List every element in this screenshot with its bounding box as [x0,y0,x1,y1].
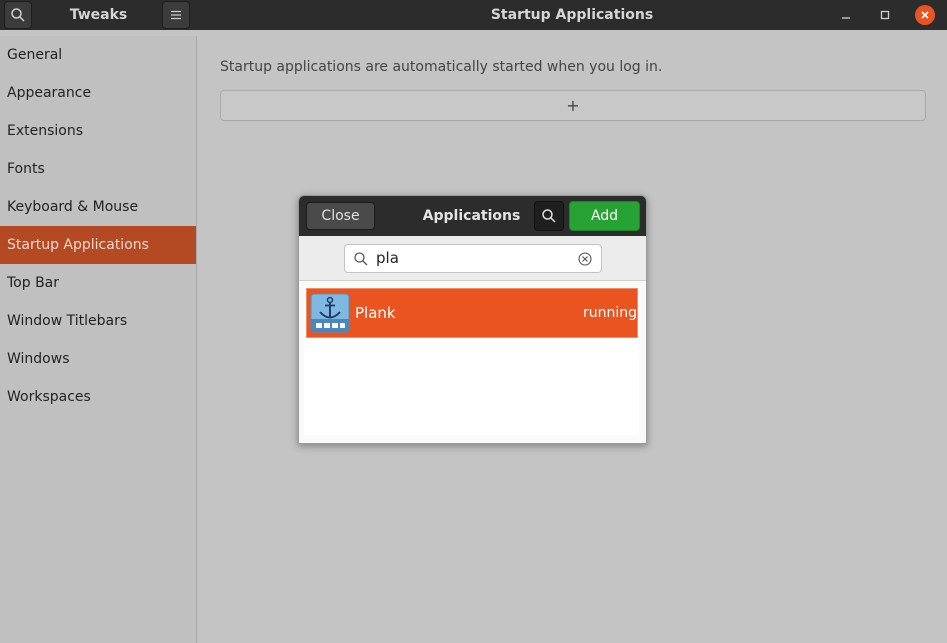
dialog-close-button[interactable]: Close [306,202,375,230]
minimize-button[interactable] [836,5,856,25]
search-input[interactable]: pla [344,244,602,273]
dialog-title: Applications [422,208,521,224]
titlebar: Tweaks Startup Applications [0,0,947,30]
sidebar-item-appearance[interactable]: Appearance [0,74,196,112]
sidebar-item-workspaces[interactable]: Workspaces [0,378,196,416]
window-close-button[interactable] [915,5,935,25]
app-name: Plank [355,304,396,322]
plus-icon: + [566,96,580,115]
maximize-button[interactable] [875,5,895,25]
search-icon [542,209,556,223]
clear-search-icon[interactable] [577,251,593,267]
list-item[interactable]: Plank running [306,288,638,338]
sidebar-item-fonts[interactable]: Fonts [0,150,196,188]
sidebar: General Appearance Extensions Fonts Keyb… [0,36,197,643]
plank-anchor-icon [310,293,350,333]
startup-description: Startup applications are automatically s… [220,59,663,75]
add-startup-app-button[interactable]: + [220,90,926,121]
sidebar-item-general[interactable]: General [0,36,196,74]
menu-button[interactable] [162,1,190,29]
sidebar-item-windows[interactable]: Windows [0,340,196,378]
hamburger-menu-icon [171,10,181,20]
search-bar: pla [299,236,646,281]
page-title: Startup Applications [490,7,654,23]
dialog-add-button[interactable]: Add [569,201,640,231]
app-status: running [582,305,637,321]
applications-list: Plank running [304,287,639,435]
dialog-header: Close Applications Add [299,196,646,236]
dialog-search-toggle[interactable] [534,201,564,231]
search-input-value: pla [376,249,399,267]
sidebar-item-startup-applications[interactable]: Startup Applications [0,226,196,264]
minimize-icon [842,17,850,19]
sidebar-item-keyboard-mouse[interactable]: Keyboard & Mouse [0,188,196,226]
sidebar-item-window-titlebars[interactable]: Window Titlebars [0,302,196,340]
sidebar-item-top-bar[interactable]: Top Bar [0,264,196,302]
sidebar-item-extensions[interactable]: Extensions [0,112,196,150]
applications-dialog: Close Applications Add pla Plank running [298,195,647,444]
close-icon [921,11,929,19]
search-icon [354,252,368,266]
maximize-icon [880,10,890,20]
